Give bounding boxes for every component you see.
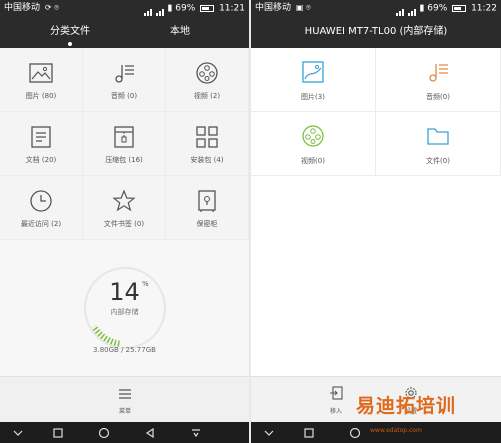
category-label: 音频(0)	[426, 93, 450, 101]
carrier-label: 中国移动	[255, 3, 292, 13]
title-bar: HUAWEI MT7-TL00 (内部存储)	[251, 16, 501, 48]
storage-capacity: 3.80GB / 25.77GB	[93, 346, 156, 354]
status-bar: 中国移动 ⟳ ⌾ ▮ 69% 11:21	[0, 0, 249, 16]
move-in-label: 移入	[329, 408, 342, 415]
category-label: 保密柜	[196, 220, 218, 228]
image-notification-icon: ▣ ⌾	[295, 3, 311, 12]
tab-header: 分类文件 本地	[0, 16, 249, 48]
star-icon	[112, 189, 136, 212]
menu-button[interactable]: 菜单	[105, 385, 145, 419]
category-label: 安装包 (4)	[190, 156, 224, 164]
page-title: HUAWEI MT7-TL00 (内部存储)	[304, 26, 448, 37]
category-audio[interactable]: 音频(0)	[376, 48, 501, 112]
storage-percent: 14	[109, 278, 140, 306]
apps-grid-icon	[196, 126, 218, 148]
film-reel-icon	[196, 62, 218, 84]
archive-icon	[114, 126, 134, 148]
move-in-button[interactable]: 移入	[316, 385, 356, 415]
status-bar: 中国移动 ▣ ⌾ ▮ 69% 11:22	[251, 0, 501, 16]
category-install-packages[interactable]: 安装包 (4)	[166, 112, 249, 176]
recent-apps-icon[interactable]	[303, 427, 315, 439]
tab-local[interactable]: 本地	[150, 16, 210, 48]
storage-panel[interactable]: 14 % 内部存储 3.80GB / 25.77GB	[0, 240, 249, 376]
category-audio[interactable]: 音频 (0)	[83, 48, 166, 112]
category-label: 压缩包 (16)	[105, 156, 143, 164]
category-files[interactable]: 文件(0)	[376, 112, 501, 176]
category-images[interactable]: 图片(3)	[251, 48, 376, 112]
image-icon	[29, 63, 53, 83]
watermark-url: www.edatop.com	[370, 427, 422, 434]
notification-pull-icon[interactable]	[190, 427, 202, 439]
battery-percent: 69%	[175, 3, 196, 14]
left-phone-screen: 中国移动 ⟳ ⌾ ▮ 69% 11:21 分类文件 本地 图片 (80) 音频 …	[0, 0, 249, 443]
home-icon[interactable]	[98, 427, 110, 439]
clock-time: 11:21	[219, 3, 245, 14]
music-icon	[115, 65, 134, 83]
battery-icon	[200, 4, 215, 12]
signal-icon	[395, 0, 405, 16]
home-icon[interactable]	[349, 427, 361, 439]
percent-sign: %	[142, 280, 149, 288]
folder-icon	[427, 128, 449, 145]
carrier-label: 中国移动	[4, 3, 41, 13]
move-in-icon	[330, 386, 343, 400]
recent-apps-icon[interactable]	[52, 427, 64, 439]
category-video[interactable]: 视频(0)	[251, 112, 376, 176]
image-icon	[302, 61, 324, 83]
film-reel-icon	[302, 125, 324, 147]
category-images[interactable]: 图片 (80)	[0, 48, 83, 112]
sync-icon: ⟳ ⌾	[44, 3, 59, 12]
signal-icon	[143, 0, 153, 16]
category-label: 视频(0)	[301, 157, 325, 165]
sim-icon: ▮	[419, 3, 425, 14]
signal-icon-2	[155, 0, 165, 16]
clock-icon	[30, 190, 52, 212]
category-bookmarks[interactable]: 文件书签 (0)	[83, 176, 166, 240]
category-recent[interactable]: 最近访问 (2)	[0, 176, 83, 240]
document-icon	[31, 126, 51, 148]
active-tab-indicator	[68, 42, 72, 46]
music-icon	[429, 64, 448, 82]
battery-percent: 69%	[427, 3, 448, 14]
category-label: 图片 (80)	[25, 92, 57, 100]
internal-storage-label: 内部存储	[110, 308, 139, 316]
category-label: 文档 (20)	[25, 156, 57, 164]
category-label: 视频 (2)	[193, 92, 221, 100]
category-label: 最近访问 (2)	[20, 220, 62, 228]
right-phone-screen: 中国移动 ▣ ⌾ ▮ 69% 11:22 HUAWEI MT7-TL00 (内部…	[251, 0, 501, 443]
category-label: 音频 (0)	[110, 92, 138, 100]
category-video[interactable]: 视频 (2)	[166, 48, 249, 112]
category-archives[interactable]: 压缩包 (16)	[83, 112, 166, 176]
watermark-logo: 易迪拓培训	[356, 395, 457, 417]
sim-icon: ▮	[167, 3, 173, 14]
battery-icon	[452, 4, 467, 12]
category-label: 文件(0)	[426, 157, 450, 165]
bottom-action-bar: 菜单	[0, 376, 249, 422]
menu-icon	[119, 389, 131, 399]
chevron-down-icon[interactable]	[263, 427, 275, 439]
signal-icon-2	[407, 0, 417, 16]
category-label: 文件书签 (0)	[103, 220, 145, 228]
chevron-down-icon[interactable]	[12, 427, 24, 439]
system-nav-bar	[0, 422, 249, 443]
storage-used-arc	[91, 324, 120, 347]
menu-label: 菜单	[118, 408, 131, 415]
back-icon[interactable]	[144, 427, 156, 439]
category-label: 图片(3)	[301, 93, 325, 101]
safe-icon	[198, 190, 216, 212]
category-documents[interactable]: 文档 (20)	[0, 112, 83, 176]
category-safe[interactable]: 保密柜	[166, 176, 249, 240]
clock-time: 11:22	[471, 3, 497, 14]
